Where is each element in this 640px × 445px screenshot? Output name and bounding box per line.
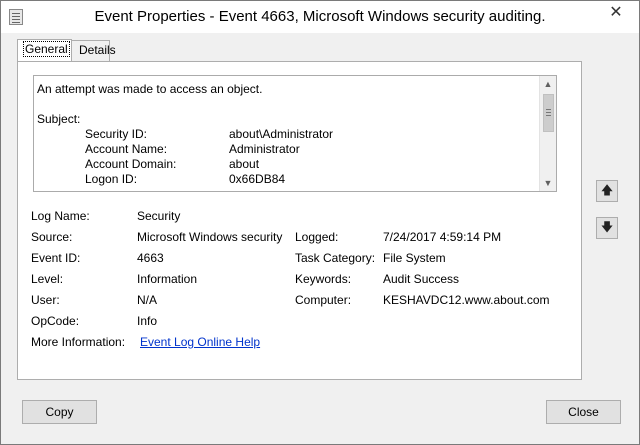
opcode-value: Info	[137, 314, 158, 328]
scroll-down-arrow-icon[interactable]: ▼	[540, 175, 556, 191]
security-id-label: Security ID:	[85, 127, 148, 141]
event-id-value: 4663	[137, 251, 164, 265]
scroll-up-arrow-icon[interactable]: ▲	[540, 76, 556, 92]
user-label: User:	[31, 293, 60, 307]
computer-label: Computer:	[295, 293, 352, 307]
logged-label: Logged:	[295, 230, 339, 244]
keywords-label: Keywords:	[295, 272, 352, 286]
account-name-label: Account Name:	[85, 142, 168, 156]
tab-general-label: General	[23, 41, 70, 57]
logon-id-value: 0x66DB84	[229, 172, 286, 186]
description-scrollbar[interactable]: ▲ ▼	[539, 76, 556, 191]
log-name-label: Log Name:	[31, 209, 90, 223]
more-information-label: More Information:	[31, 335, 126, 349]
computer-value: KESHAVDC12.www.about.com	[383, 293, 550, 307]
account-domain-label: Account Domain:	[85, 157, 177, 171]
logged-value: 7/24/2017 4:59:14 PM	[383, 230, 502, 244]
task-category-label: Task Category:	[295, 251, 376, 265]
up-arrow-icon: 🡅	[600, 182, 614, 197]
subject-heading: Subject:	[37, 112, 81, 126]
level-value: Information	[137, 272, 198, 286]
opcode-label: OpCode:	[31, 314, 80, 328]
event-id-label: Event ID:	[31, 251, 81, 265]
down-arrow-icon: 🡇	[600, 219, 614, 234]
tab-general[interactable]: General	[17, 39, 72, 61]
title-bar[interactable]: Event Properties - Event 4663, Microsoft…	[1, 1, 639, 33]
scrollbar-thumb[interactable]	[543, 94, 554, 132]
event-description-box[interactable]: An attempt was made to access an object.…	[33, 75, 557, 192]
task-category-value: File System	[383, 251, 446, 265]
source-value: Microsoft Windows security	[137, 230, 283, 244]
logon-id-label: Logon ID:	[85, 172, 138, 186]
security-id-value: about\Administrator	[229, 127, 334, 141]
previous-event-button[interactable]: 🡅	[596, 180, 618, 202]
level-label: Level:	[31, 272, 64, 286]
copy-button[interactable]: Copy	[22, 400, 97, 424]
user-value: N/A	[137, 293, 158, 307]
account-name-value: Administrator	[229, 142, 300, 156]
event-properties-window: Event Properties - Event 4663, Microsoft…	[0, 0, 640, 445]
general-tab-panel: An attempt was made to access an object.…	[17, 61, 582, 380]
source-label: Source:	[31, 230, 73, 244]
close-window-button[interactable]: ✕	[602, 1, 630, 23]
window-title: Event Properties - Event 4663, Microsoft…	[94, 8, 546, 25]
keywords-value: Audit Success	[383, 272, 460, 286]
next-event-button[interactable]: 🡇	[596, 217, 618, 239]
log-name-value: Security	[137, 209, 181, 223]
account-domain-value: about	[229, 157, 260, 171]
event-log-online-help-link[interactable]: Event Log Online Help	[140, 335, 260, 349]
close-button[interactable]: Close	[546, 400, 621, 424]
description-line: An attempt was made to access an object.	[37, 82, 263, 96]
